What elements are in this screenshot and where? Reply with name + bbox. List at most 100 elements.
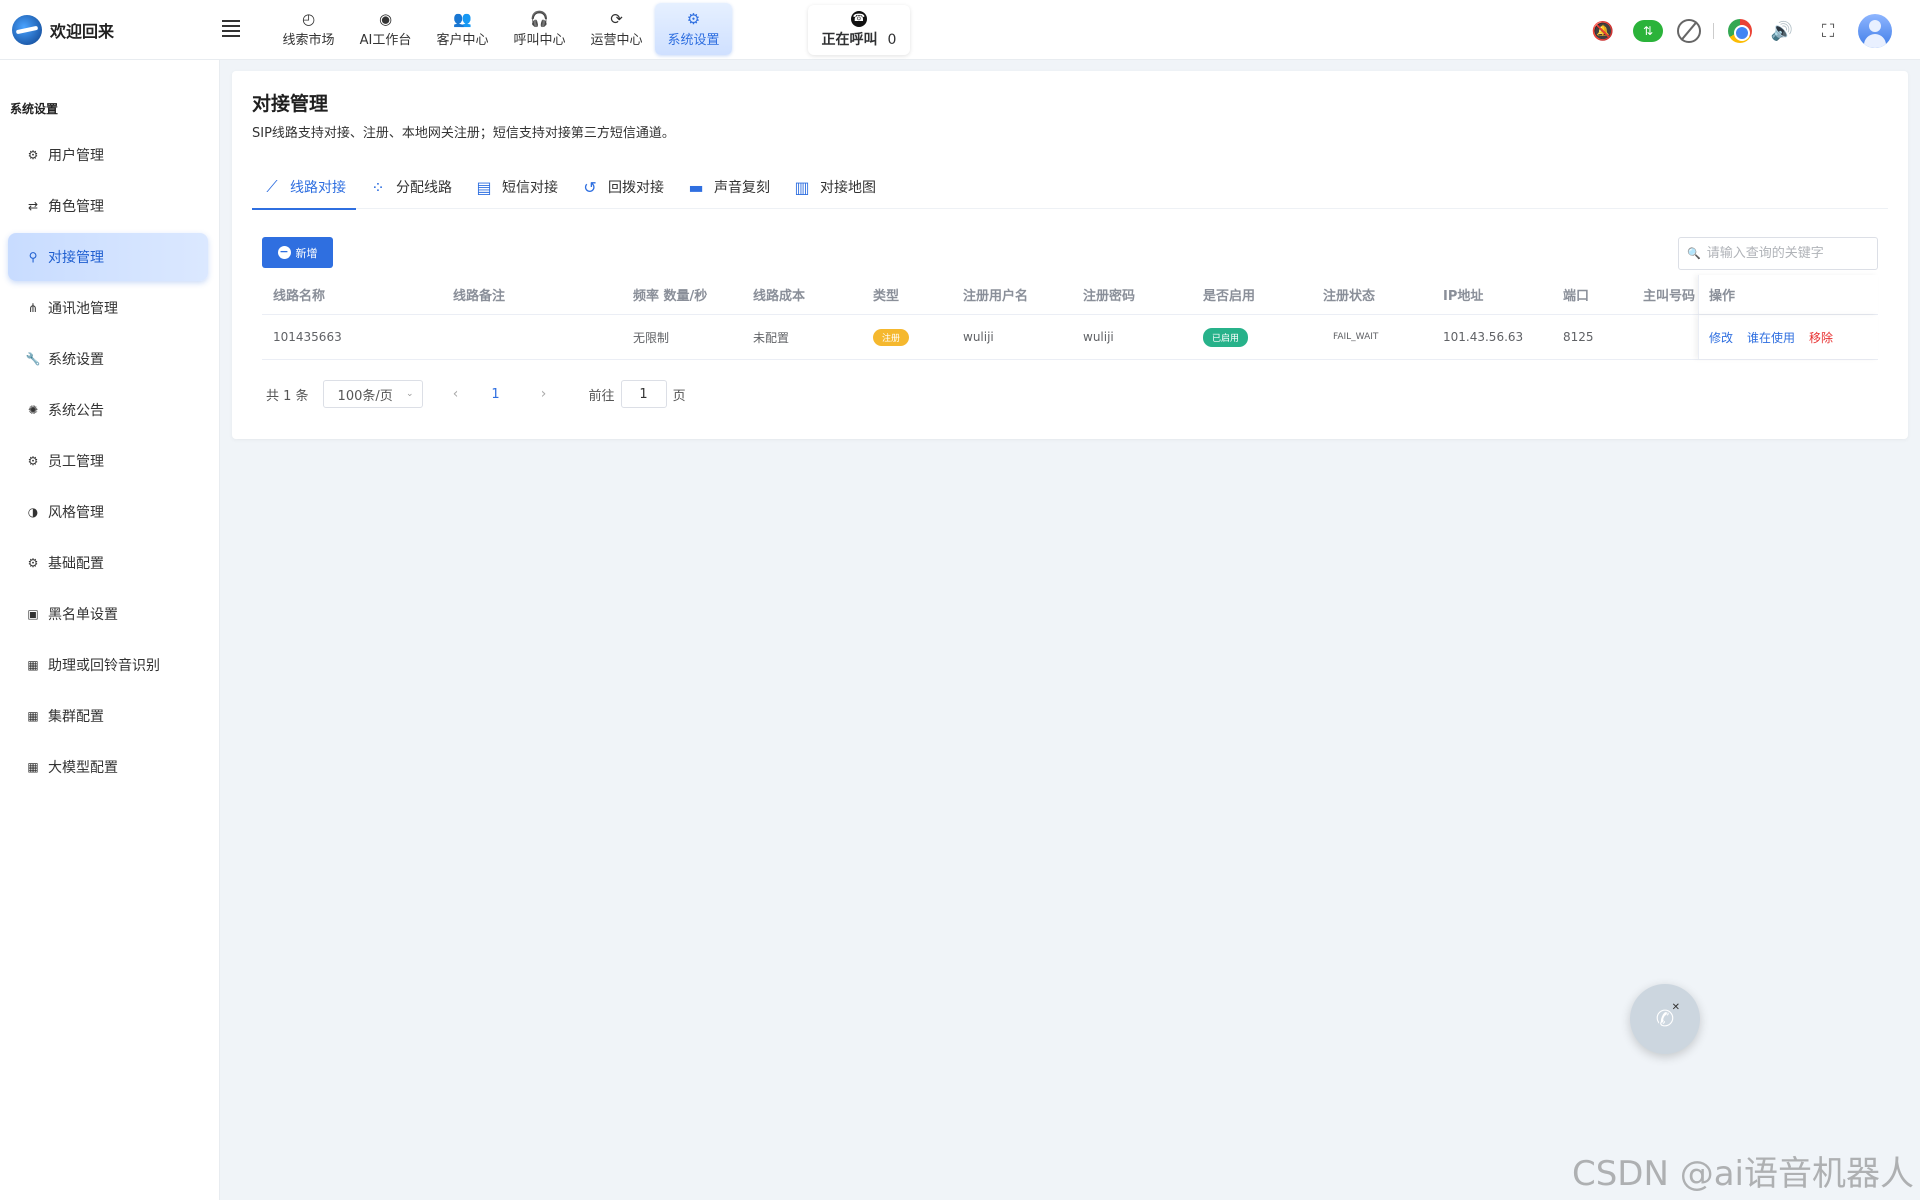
brand-logo-icon xyxy=(12,15,42,45)
sidebar-item-label: 助理或回铃音识别 xyxy=(48,658,160,674)
dots-grid-icon: ⁘ xyxy=(371,177,385,197)
menu-toggle-icon[interactable] xyxy=(222,20,240,38)
sidebar-item-style-management[interactable]: ◑ 风格管理 xyxy=(8,488,208,536)
message-icon: ▤ xyxy=(476,177,492,197)
calling-indicator[interactable]: ☎ 正在呼叫 0 xyxy=(808,5,910,55)
sidebar-item-label: 系统公告 xyxy=(48,403,104,419)
prev-page-button[interactable]: ‹ xyxy=(441,386,471,402)
floating-phone-button[interactable]: ✆ ✕ xyxy=(1630,984,1700,1054)
add-button[interactable]: − 新增 xyxy=(262,237,333,268)
column-header: 主叫号码 xyxy=(1643,289,1696,304)
cell-enabled: 已启用 xyxy=(1192,327,1312,347)
sidebar-item-cluster-config[interactable]: ▦ 集群配置 xyxy=(8,692,208,740)
sidebar-item-label: 用户管理 xyxy=(48,148,104,164)
sidebar-item-basic-config[interactable]: ⚙ 基础配置 xyxy=(8,539,208,587)
brand-title: 欢迎回来 xyxy=(50,22,115,41)
top-nav: ◴ 线索市场 ◉ AI工作台 👥 客户中心 🎧 呼叫中心 ⟳ 运营中心 ⚙ 系统… xyxy=(270,3,732,55)
sidebar-item-role-management[interactable]: ⇄ 角色管理 xyxy=(8,182,208,230)
cycle-icon: ⟳ xyxy=(610,9,623,28)
tab-voice-clone[interactable]: ▬ 声音复刻 xyxy=(676,165,780,209)
nav-item-call-center[interactable]: 🎧 呼叫中心 xyxy=(501,3,578,55)
sidebar-item-label: 通讯池管理 xyxy=(48,301,118,317)
page-number[interactable]: 1 xyxy=(481,387,511,402)
sidebar-item-ringback-detection[interactable]: ▦ 助理或回铃音识别 xyxy=(8,641,208,689)
sidebar-item-label: 对接管理 xyxy=(48,250,104,266)
dashboard-icon: ▦ xyxy=(27,709,39,723)
nav-item-leads[interactable]: ◴ 线索市场 xyxy=(270,3,347,55)
sidebar-item-announcements[interactable]: ✺ 系统公告 xyxy=(8,386,208,434)
sidebar-item-llm-config[interactable]: ▦ 大模型配置 xyxy=(8,743,208,791)
column-header: 操作 xyxy=(1698,275,1878,314)
nav-item-operations[interactable]: ⟳ 运营中心 xyxy=(578,3,655,55)
chrome-icon[interactable] xyxy=(1728,19,1752,43)
edit-link[interactable]: 修改 xyxy=(1709,329,1733,346)
gear-icon: ⚙ xyxy=(27,148,39,162)
main-card: 对接管理 SIP线路支持对接、注册、本地网关注册；短信支持对接第三方短信通道。 … xyxy=(232,71,1908,439)
swap-icon: ⇄ xyxy=(27,199,39,213)
bell-off-icon[interactable]: 🔕 xyxy=(1587,15,1619,47)
sidebar-item-blacklist[interactable]: ▣ 黑名单设置 xyxy=(8,590,208,638)
server-icon: ▬ xyxy=(688,177,704,197)
column-header: 频率 数量/秒 xyxy=(633,289,708,304)
palette-icon: ◑ xyxy=(27,505,39,519)
cloud-upload-icon[interactable]: ⇅ xyxy=(1633,20,1663,42)
nav-item-ai-workbench[interactable]: ◉ AI工作台 xyxy=(347,3,424,55)
sidebar-item-label: 集群配置 xyxy=(48,709,104,725)
brand[interactable]: 欢迎回来 xyxy=(12,12,114,48)
avatar[interactable] xyxy=(1858,14,1892,48)
next-page-button[interactable]: › xyxy=(529,386,559,402)
cell-port: 8125 xyxy=(1563,330,1594,344)
map-icon: ▥ xyxy=(794,177,810,197)
sidebar-item-label: 黑名单设置 xyxy=(48,607,118,623)
network-icon: ⋔ xyxy=(27,301,39,315)
column-header: 线路成本 xyxy=(753,289,806,304)
nav-item-system-settings[interactable]: ⚙ 系统设置 xyxy=(655,3,732,55)
robot-icon: ◉ xyxy=(378,9,393,28)
nav-item-customers[interactable]: 👥 客户中心 xyxy=(424,3,501,55)
top-header: 欢迎回来 ◴ 线索市场 ◉ AI工作台 👥 客户中心 🎧 呼叫中心 ⟳ 运营中心… xyxy=(0,0,1920,60)
pagination: 共 1 条 100条/页 ⌄ ‹ 1 › 前往 1 页 xyxy=(266,380,686,408)
nav-label: 客户中心 xyxy=(436,32,489,48)
tab-label: 短信对接 xyxy=(502,180,558,196)
type-badge: 注册 xyxy=(873,328,910,346)
fullscreen-icon[interactable]: ⛶ xyxy=(1812,15,1844,47)
wrench-icon: 🔧 xyxy=(25,352,41,366)
tab-label: 声音复刻 xyxy=(714,180,770,196)
nav-label: 运营中心 xyxy=(590,32,643,48)
sidebar-item-staff-management[interactable]: ⚙ 员工管理 xyxy=(8,437,208,485)
column-header: 线路备注 xyxy=(453,289,506,304)
tab-label: 线路对接 xyxy=(290,180,346,196)
search-input[interactable] xyxy=(1706,246,1867,261)
sidebar-item-comm-pool[interactable]: ⋔ 通讯池管理 xyxy=(8,284,208,332)
cell-line-name: 101435663 xyxy=(273,330,342,344)
goto-page-input[interactable]: 1 xyxy=(620,380,667,408)
chevron-down-icon: ⌄ xyxy=(406,389,414,399)
cell-cost: 未配置 xyxy=(753,330,790,345)
remove-link[interactable]: 移除 xyxy=(1809,329,1833,346)
column-header: 线路名称 xyxy=(273,289,326,304)
column-header: 注册用户名 xyxy=(963,289,1029,304)
sidebar-item-user-management[interactable]: ⚙ 用户管理 xyxy=(8,131,208,179)
cell-actions: 修改 谁在使用 移除 xyxy=(1698,315,1878,359)
tab-assign-lines[interactable]: ⁘ 分配线路 xyxy=(358,165,462,209)
who-uses-link[interactable]: 谁在使用 xyxy=(1747,329,1795,346)
tab-integration-map[interactable]: ▥ 对接地图 xyxy=(782,165,886,209)
page-size-select[interactable]: 100条/页 ⌄ xyxy=(322,380,423,408)
tab-callback-integration[interactable]: ↺ 回拨对接 xyxy=(570,165,674,209)
goto-label: 前往 xyxy=(588,388,615,404)
enabled-badge: 已启用 xyxy=(1203,327,1249,347)
speaker-icon[interactable]: 🔊 xyxy=(1766,15,1798,47)
sidebar-item-label: 大模型配置 xyxy=(48,760,118,776)
gear-icon: ⚙ xyxy=(27,454,39,468)
search-box[interactable]: 🔍 xyxy=(1678,237,1878,270)
sidebar-item-system-settings[interactable]: 🔧 系统设置 xyxy=(8,335,208,383)
cell-password: wuliji xyxy=(1083,330,1114,344)
nav-label: 系统设置 xyxy=(667,32,720,48)
gear-icon: ⚙ xyxy=(686,9,701,28)
tab-sms-integration[interactable]: ▤ 短信对接 xyxy=(464,165,568,209)
alarm-icon: ✺ xyxy=(27,403,39,417)
sidebar-item-integration-management[interactable]: ⚲ 对接管理 xyxy=(8,233,208,281)
pagination-total: 共 1 条 xyxy=(266,388,309,404)
tab-line-integration[interactable]: ⟋ 线路对接 xyxy=(252,165,356,210)
ban-icon[interactable] xyxy=(1677,19,1701,43)
